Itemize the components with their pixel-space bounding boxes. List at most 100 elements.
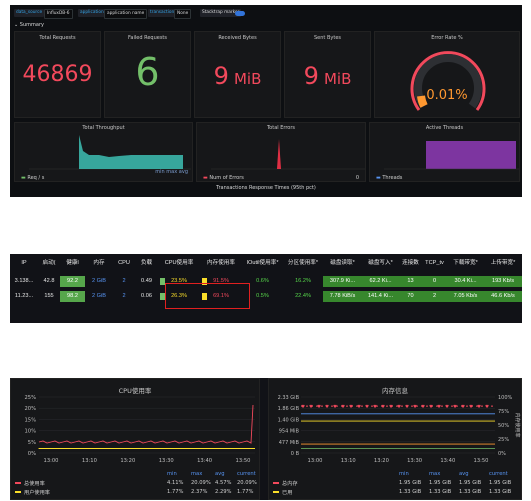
series-marker: ♥ — [469, 404, 473, 410]
toolbar-var-transaction: transaction — [148, 9, 177, 17]
table-cell: 46.6 Kb/s — [484, 291, 522, 302]
toolbar-select-transaction[interactable]: None — [174, 9, 192, 19]
row-transactions-title[interactable]: Transactions Response Times (95th pct) — [10, 185, 522, 191]
row-summary-title[interactable]: ⌄ Summary — [14, 22, 44, 28]
legend-value: 1.95 GiB — [399, 480, 422, 486]
stat-value: 0.01% — [426, 88, 468, 103]
legend-header[interactable]: max — [191, 471, 202, 477]
legend-stats-header: min max avg — [155, 169, 188, 175]
legend-threads: ▬ Threads — [376, 175, 403, 181]
stat-failed-requests: Failed Requests 6 — [104, 31, 191, 118]
y2-tick-label: 25% — [498, 437, 509, 443]
x-tick-label: 13:00 — [308, 458, 323, 464]
legend-series-name[interactable]: 总内存 — [282, 480, 298, 487]
legend-value: 1.95 GiB — [429, 480, 452, 486]
stacktrap-toggle[interactable] — [235, 11, 245, 16]
x-tick-label: 13:30 — [407, 458, 422, 464]
y2-tick-label: 0% — [498, 451, 506, 457]
y-tick-label: 25% — [24, 395, 36, 401]
table-cell: 16.2% — [295, 278, 311, 284]
x-tick-label: 13:20 — [374, 458, 389, 464]
legend-value: 1.95 GiB — [459, 480, 482, 486]
x-tick-label: 13:40 — [440, 458, 455, 464]
legend-value: 1.33 GiB — [459, 489, 482, 495]
table-cell: 70 — [399, 291, 422, 302]
x-tick-label: 13:50 — [474, 458, 489, 464]
series-line-total — [38, 404, 254, 444]
series-marker: ♥ — [453, 404, 457, 410]
table-cell: 2 — [122, 278, 126, 284]
y-tick-label: 15% — [24, 417, 36, 423]
table-cell: 0.06 — [141, 293, 152, 299]
series-marker: ♥ — [413, 404, 417, 410]
series-marker: ♥ — [397, 404, 401, 410]
toolbar-var-data-source: data_source — [14, 9, 45, 17]
series-marker: ♥ — [341, 404, 345, 410]
table-header-cell: 上传带宽* — [490, 260, 516, 266]
legend-value: 1.33 GiB — [489, 489, 512, 495]
legend-header[interactable]: current — [237, 471, 256, 477]
series-marker: ♥ — [333, 404, 337, 410]
panel-total-errors: Total Errors ▬ Num of Errors 0 — [196, 122, 366, 182]
legend-header[interactable]: avg — [459, 471, 469, 477]
stat-value-wrap: 9 MiB — [195, 62, 280, 90]
y-tick-label: 2.33 GiB — [278, 395, 300, 401]
stat-total-requests: Total Requests 46869 — [14, 31, 101, 118]
table-cell: 11.23... — [14, 293, 34, 299]
legend-swatch — [15, 491, 21, 493]
memory-chart: 2.33 GiB 1.86 GiB 1.40 GiB 954 MiB 477 MiB 0 … — [278, 395, 521, 464]
table-cell: 2 — [122, 293, 126, 299]
legend-value: 4.57% — [215, 480, 232, 486]
series-marker: ♥ — [357, 404, 361, 410]
table-cell: 155 — [44, 293, 54, 299]
series-marker: ♥ — [317, 404, 321, 410]
y-tick-label: 1.40 GiB — [278, 417, 300, 423]
table-cell: 141.4 Ki... — [362, 291, 399, 302]
stat-unit: MiB — [323, 70, 352, 88]
legend-series-name[interactable]: 用户使用率 — [24, 489, 50, 496]
series-marker: ♥ — [349, 404, 353, 410]
table-header-cell: 分区使用率* — [287, 260, 319, 266]
y-tick-label: 0% — [28, 451, 36, 457]
x-tick-label: 13:10 — [82, 458, 97, 464]
stat-title: Sent Bytes — [314, 35, 341, 41]
table-header-cell: 磁盘读取* — [330, 260, 355, 266]
table-cell: 98.2 — [60, 291, 85, 302]
series-marker: ♥ — [373, 404, 377, 410]
table-header-cell: 启动( — [42, 260, 56, 266]
stat-value: 9 — [213, 62, 229, 90]
legend-series-name[interactable]: 总使用率 — [24, 480, 45, 487]
table-cell: 2 GiB — [92, 293, 106, 299]
stat-title: Total Requests — [39, 35, 76, 41]
threads-chart — [384, 141, 519, 170]
error-rate-gauge — [410, 51, 486, 111]
stat-title: Received Bytes — [218, 35, 257, 41]
series-marker: ♥ — [389, 404, 393, 410]
series-marker: ♥ — [405, 404, 409, 410]
legend-header[interactable]: current — [489, 471, 508, 477]
legend-value: 1.95 GiB — [489, 480, 512, 486]
y-tick-label: 1.86 GiB — [278, 406, 300, 412]
row-title-text: Summary — [19, 22, 44, 28]
cpu-chart: 25% 20% 15% 10% 5% 0% 13:00 13:10 13:20 13:30 13:4… — [24, 395, 255, 464]
table-cell: 42.8 — [43, 278, 55, 284]
toolbar-select-data-source[interactable]: InfluxDB-6 — [44, 9, 73, 19]
legend-header[interactable]: min — [399, 471, 409, 477]
legend-value: 1.77% — [237, 489, 254, 495]
legend-header[interactable]: min — [167, 471, 177, 477]
table-cell: 2 GiB — [92, 278, 106, 284]
toolbar-select-application[interactable]: application name — [104, 9, 148, 19]
table-cell: 0 — [422, 276, 447, 287]
legend-header[interactable]: avg — [215, 471, 225, 477]
table-header-cell: CPU — [118, 260, 130, 266]
legend-value: 2.37% — [191, 489, 208, 495]
legend-swatch — [273, 491, 279, 493]
legend-series-name[interactable]: 已用 — [282, 489, 292, 496]
legend-label: Threads — [382, 175, 403, 181]
table-cell: 92.2 — [60, 276, 85, 287]
series-marker: ♥ — [477, 404, 481, 410]
legend-header[interactable]: max — [429, 471, 440, 477]
stat-received-bytes: Received Bytes 9 MiB — [194, 31, 281, 118]
table-header-cell: 连接数 — [402, 260, 419, 266]
stat-value: 46869 — [22, 62, 93, 87]
